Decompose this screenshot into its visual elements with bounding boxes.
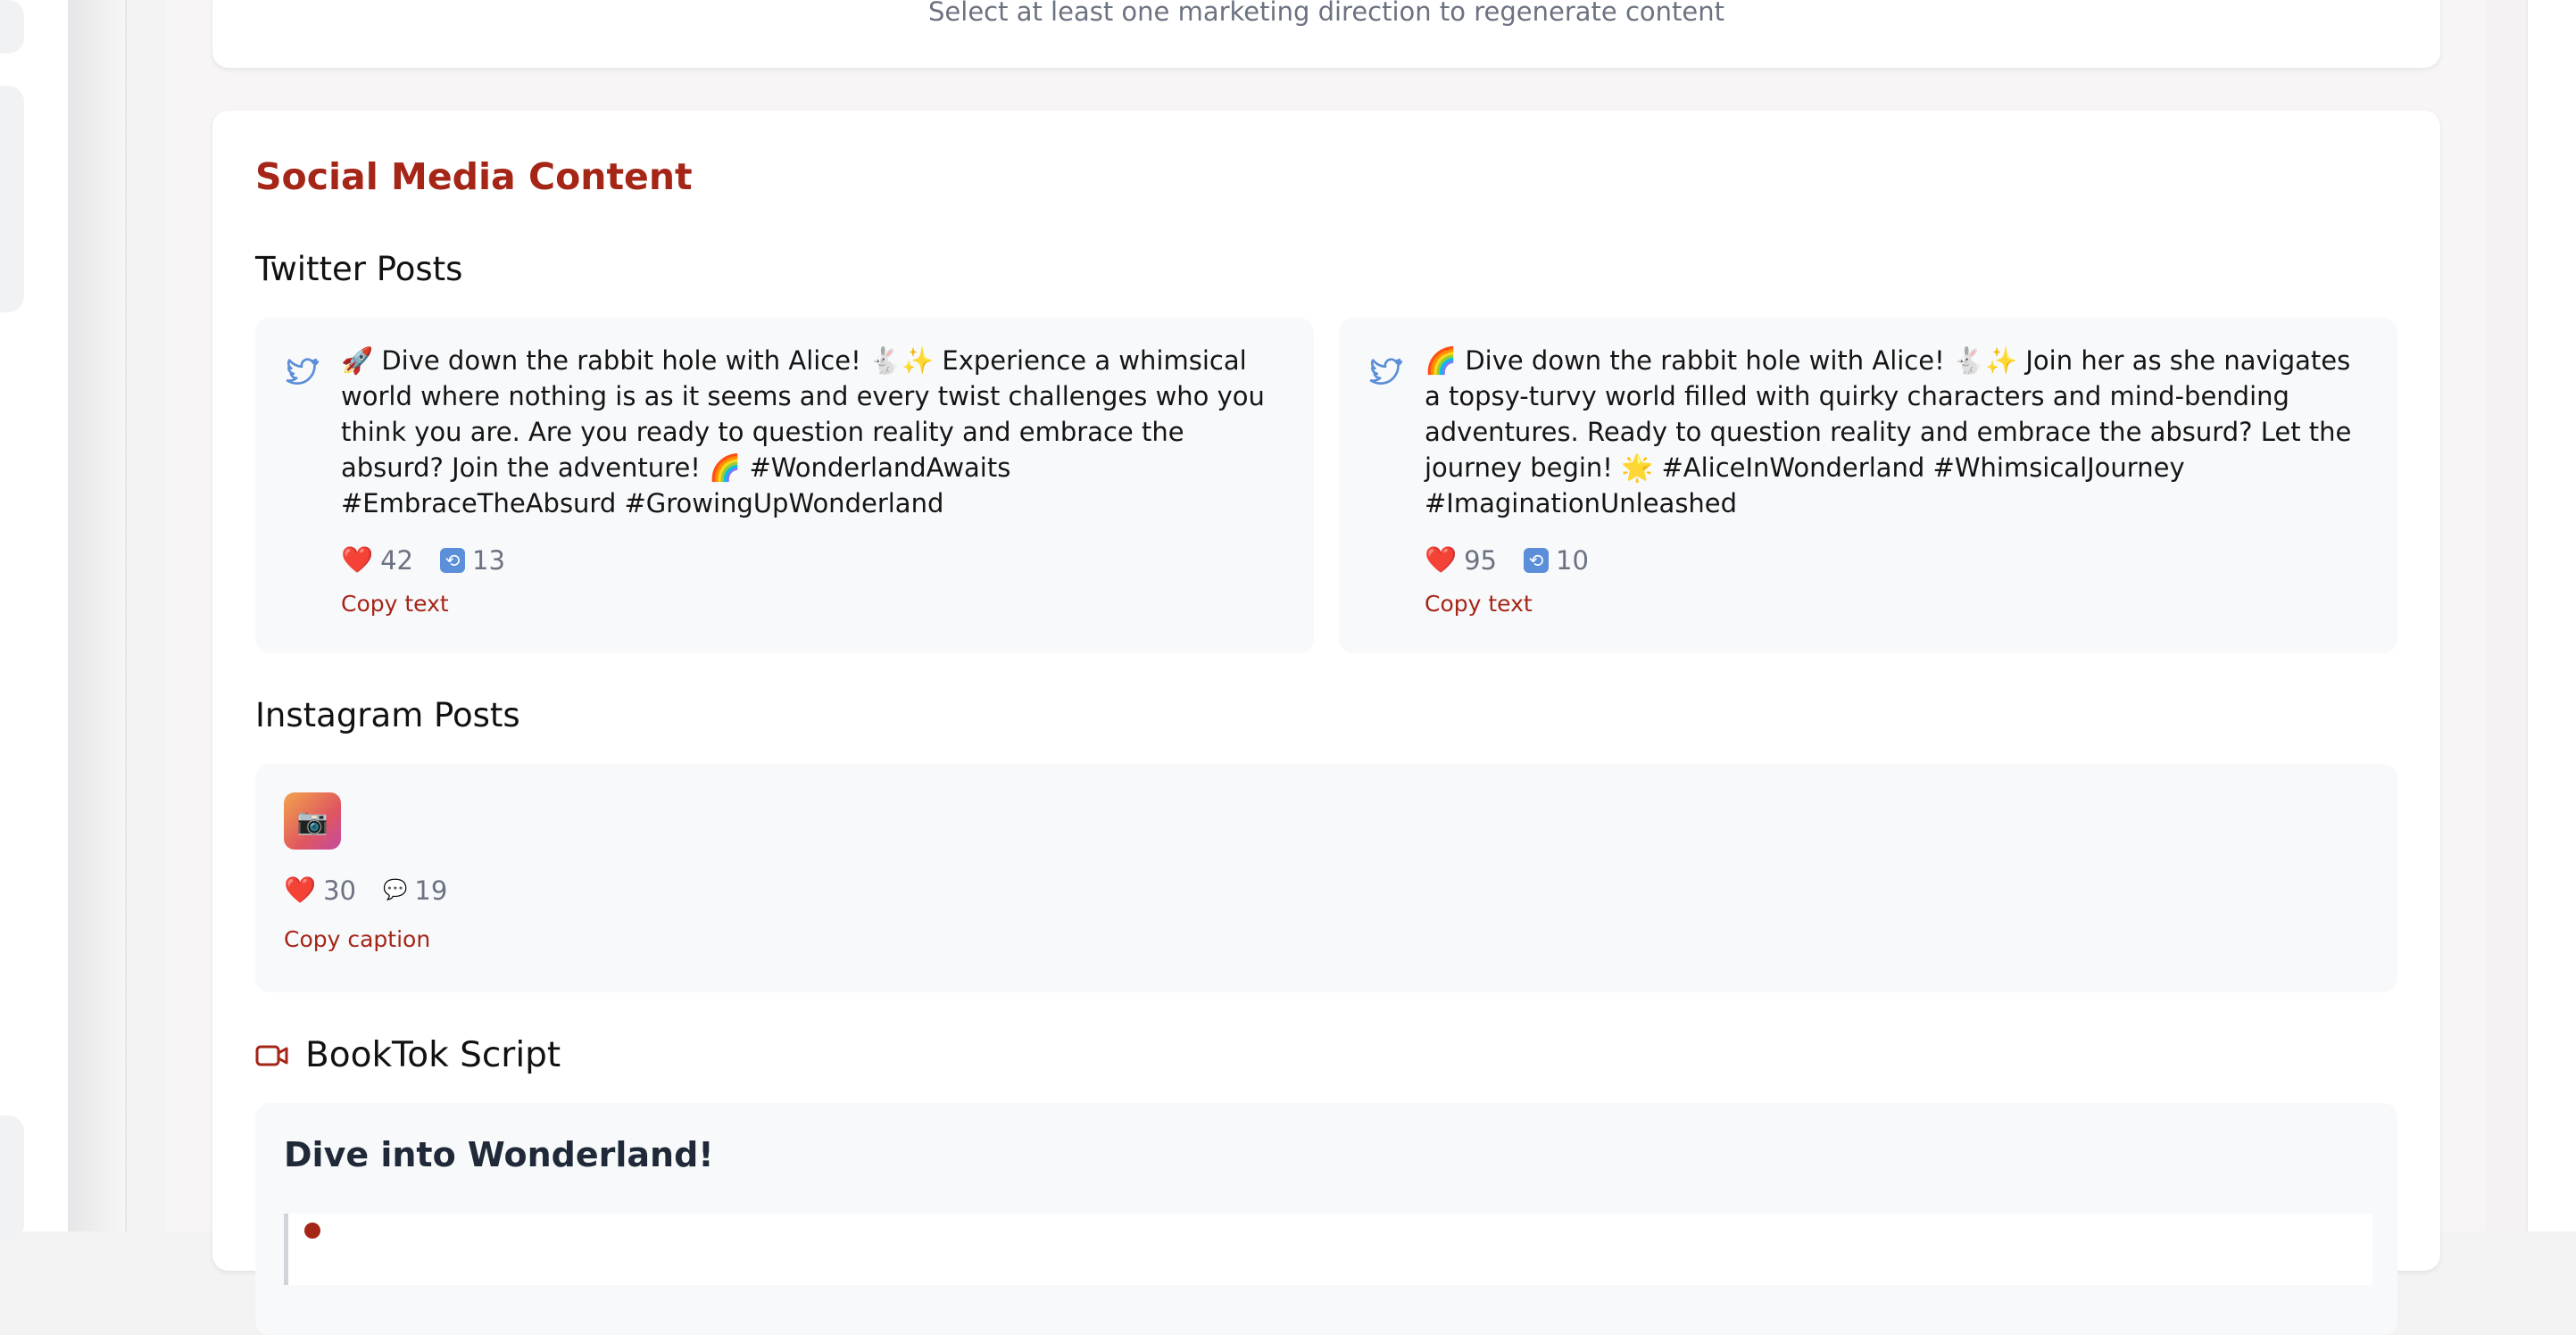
section-title: Social Media Content [255, 155, 693, 198]
retweets-count: 10 [1556, 544, 1589, 576]
tweet-card: 🌈 Dive down the rabbit hole with Alice! … [1339, 318, 2397, 653]
twitter-posts-heading: Twitter Posts [255, 250, 463, 288]
sidebar-nav-pill[interactable] [0, 0, 24, 54]
comments-stat: 💬 19 [383, 875, 447, 906]
likes-stat: ❤️ 95 [1425, 544, 1497, 576]
likes-count: 42 [380, 544, 414, 576]
comment-icon: 💬 [383, 879, 408, 901]
copy-caption-button[interactable]: Copy caption [284, 926, 430, 952]
retweets-stat: ⟲ 13 [440, 545, 505, 576]
video-camera-icon [255, 1045, 288, 1066]
booktok-heading-label: BookTok Script [305, 1035, 561, 1075]
heart-icon: ❤️ [284, 875, 317, 905]
social-media-content-card: Social Media Content Twitter Posts 🚀 Div… [212, 111, 2440, 1335]
marketing-directions-card: Select at least one marketing direction … [212, 0, 2440, 68]
comments-count: 19 [414, 875, 448, 906]
likes-count: 30 [323, 875, 357, 906]
script-title: Dive into Wonderland! [284, 1135, 714, 1174]
retweet-icon: ⟲ [440, 547, 466, 573]
tweet-stats: ❤️ 42 ⟲ 13 [341, 544, 505, 576]
script-scene-block [284, 1214, 2372, 1285]
right-gutter [2485, 0, 2526, 1231]
retweets-count: 13 [472, 544, 505, 576]
booktok-script-card: Dive into Wonderland! [255, 1103, 2397, 1335]
likes-stat: ❤️ 30 [284, 875, 356, 906]
sidebar-divider [125, 0, 127, 1231]
sidebar-nav-pill[interactable] [0, 1115, 24, 1240]
left-sidebar [0, 0, 68, 1240]
instagram-stats: ❤️ 30 💬 19 [284, 875, 447, 906]
right-panel-edge [2526, 0, 2576, 1231]
tweet-card: 🚀 Dive down the rabbit hole with Alice! … [255, 318, 1314, 653]
instagram-camera-icon: 📷 [284, 792, 341, 850]
instagram-posts-heading: Instagram Posts [255, 696, 520, 734]
tweet-text: 🚀 Dive down the rabbit hole with Alice! … [341, 345, 1265, 518]
likes-count: 95 [1464, 544, 1498, 576]
scene-marker-icon [304, 1223, 320, 1239]
regenerate-hint: Select at least one marketing direction … [928, 0, 1724, 27]
twitter-bird-icon [1369, 358, 1403, 385]
sidebar-shadow [68, 0, 126, 1231]
instagram-post-card: 📷 ❤️ 30 💬 19 Copy caption [255, 764, 2397, 992]
likes-stat: ❤️ 42 [341, 544, 413, 576]
copy-text-button[interactable]: Copy text [341, 591, 449, 617]
twitter-bird-icon [286, 358, 320, 385]
copy-text-button[interactable]: Copy text [1425, 591, 1533, 617]
retweet-icon: ⟲ [1524, 547, 1550, 573]
tweet-stats: ❤️ 95 ⟲ 10 [1425, 544, 1589, 576]
sidebar-nav-pill[interactable] [0, 86, 24, 312]
heart-icon: ❤️ [1425, 544, 1458, 575]
heart-icon: ❤️ [341, 544, 374, 575]
tweet-text: 🌈 Dive down the rabbit hole with Alice! … [1425, 345, 2352, 518]
booktok-heading: BookTok Script [255, 1035, 561, 1075]
retweets-stat: ⟲ 10 [1524, 545, 1589, 576]
